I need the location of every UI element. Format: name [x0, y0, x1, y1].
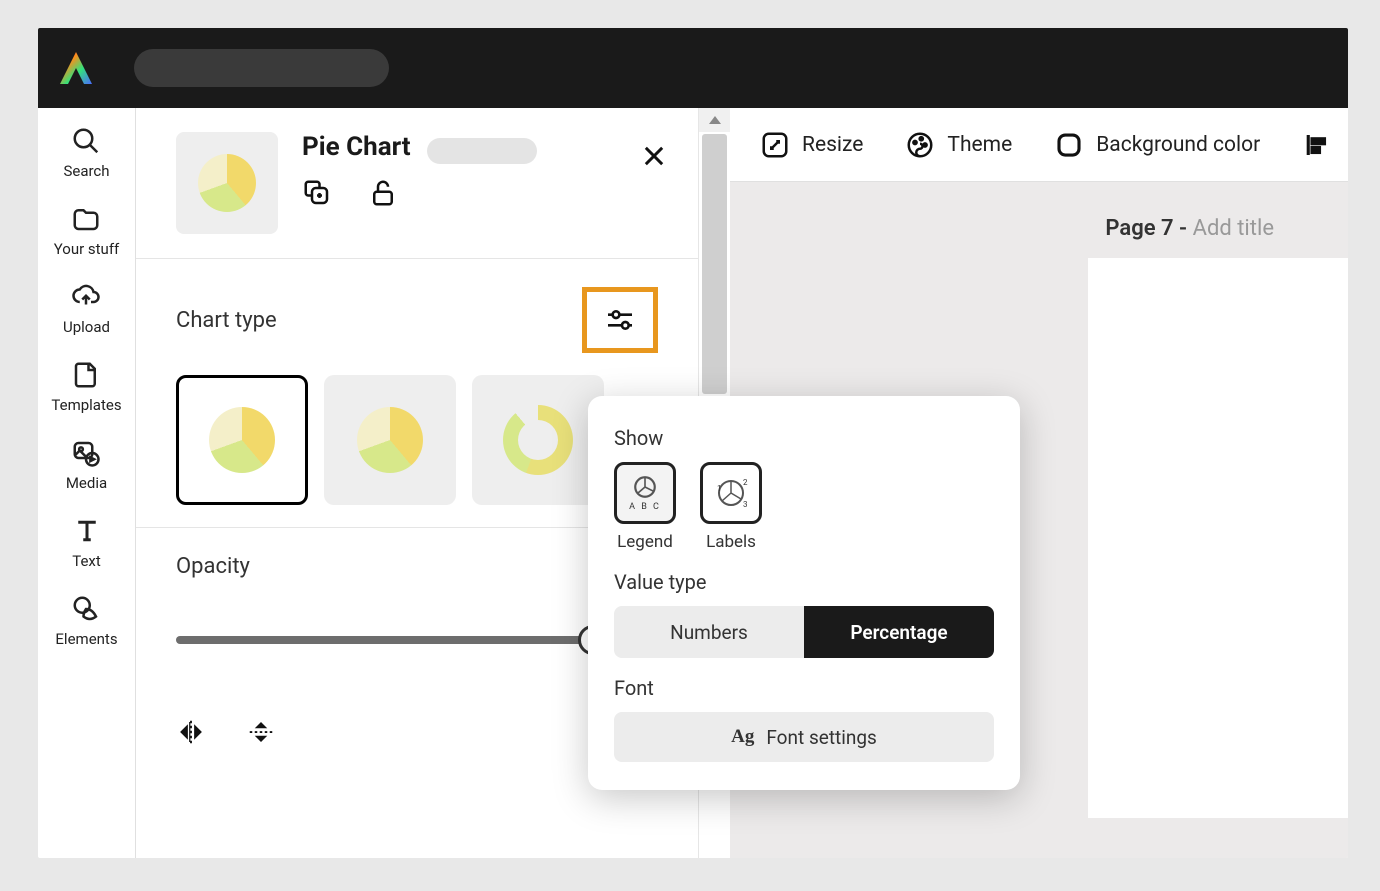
- pie-labels-icon: 1 2 3: [709, 471, 753, 515]
- font-settings-label: Font settings: [766, 726, 876, 749]
- sidebar-item-label: Search: [63, 162, 109, 180]
- chart-name-input[interactable]: [427, 138, 537, 164]
- background-color-button[interactable]: Background color: [1054, 130, 1260, 160]
- sidebar-item-label: Text: [72, 552, 101, 570]
- page-number: Page 7 -: [1105, 216, 1192, 241]
- chart-settings-popover: Show A B C Legend 123 Labels Value type …: [588, 396, 1020, 790]
- svg-text:1: 1: [717, 484, 722, 493]
- show-section-label: Show: [614, 426, 994, 450]
- sidebar-item-upload[interactable]: Upload: [63, 282, 110, 336]
- top-bar: [38, 28, 1348, 108]
- flip-vertical-icon[interactable]: [246, 717, 276, 751]
- legend-label: Legend: [614, 532, 676, 552]
- chart-type-label: Chart type: [176, 308, 277, 333]
- sidebar-item-media[interactable]: Media: [66, 438, 107, 492]
- sidebar-item-label: Media: [66, 474, 107, 492]
- bgcolor-label: Background color: [1096, 133, 1260, 157]
- flip-horizontal-icon[interactable]: [176, 717, 206, 751]
- scrollbar-thumb[interactable]: [702, 134, 727, 394]
- sidebar-item-search[interactable]: Search: [63, 126, 109, 180]
- svg-text:2: 2: [743, 478, 748, 487]
- duplicate-icon[interactable]: [302, 178, 332, 212]
- opacity-label: Opacity: [176, 554, 658, 579]
- document-title-input[interactable]: [134, 49, 389, 87]
- sidebar-item-label: Your stuff: [54, 240, 120, 258]
- show-legend-toggle[interactable]: A B C: [614, 462, 676, 524]
- theme-button[interactable]: Theme: [905, 130, 1012, 160]
- lock-icon[interactable]: [368, 178, 398, 212]
- chart-thumbnail: [176, 132, 278, 234]
- adobe-logo-icon[interactable]: [56, 48, 96, 88]
- chart-type-pie-labeled[interactable]: [324, 375, 456, 505]
- chart-settings-button[interactable]: [582, 287, 658, 353]
- theme-label: Theme: [947, 133, 1012, 157]
- svg-text:3: 3: [743, 500, 748, 509]
- value-type-percentage[interactable]: Percentage: [804, 606, 994, 658]
- canvas-toolbar: Resize Theme Background color: [730, 108, 1348, 182]
- sidebar-item-label: Upload: [63, 318, 110, 336]
- resize-button[interactable]: Resize: [760, 130, 863, 160]
- page-label[interactable]: Page 7 - Add title: [1105, 216, 1274, 241]
- font-ag-icon: Ag: [731, 726, 754, 748]
- show-labels-toggle[interactable]: 1 2 3: [700, 462, 762, 524]
- value-type-numbers[interactable]: Numbers: [614, 606, 804, 658]
- page-title-placeholder: Add title: [1193, 216, 1274, 241]
- font-section-label: Font: [614, 676, 994, 700]
- panel-title: Pie Chart: [302, 132, 411, 162]
- labels-label: Labels: [700, 532, 762, 552]
- sidebar-item-your-stuff[interactable]: Your stuff: [54, 204, 120, 258]
- font-settings-button[interactable]: Ag Font settings: [614, 712, 994, 762]
- sidebar-item-label: Elements: [55, 630, 117, 648]
- opacity-slider[interactable]: [176, 636, 606, 644]
- pie-icon: [632, 474, 658, 500]
- sidebar-item-templates[interactable]: Templates: [51, 360, 121, 414]
- app-window: Search Your stuff Upload Templates Media…: [38, 28, 1348, 858]
- sidebar-item-elements[interactable]: Elements: [55, 594, 117, 648]
- left-sidebar: Search Your stuff Upload Templates Media…: [38, 108, 136, 858]
- page-canvas[interactable]: [1088, 258, 1348, 818]
- chart-type-donut[interactable]: [472, 375, 604, 505]
- value-type-label: Value type: [614, 570, 994, 594]
- sidebar-item-text[interactable]: Text: [72, 516, 102, 570]
- align-button[interactable]: [1302, 130, 1332, 160]
- scroll-up-button[interactable]: [699, 108, 730, 132]
- resize-label: Resize: [802, 133, 863, 157]
- sidebar-item-label: Templates: [51, 396, 121, 414]
- legend-abc: A B C: [629, 502, 661, 512]
- chart-type-pie[interactable]: [176, 375, 308, 505]
- close-panel-button[interactable]: [640, 142, 668, 174]
